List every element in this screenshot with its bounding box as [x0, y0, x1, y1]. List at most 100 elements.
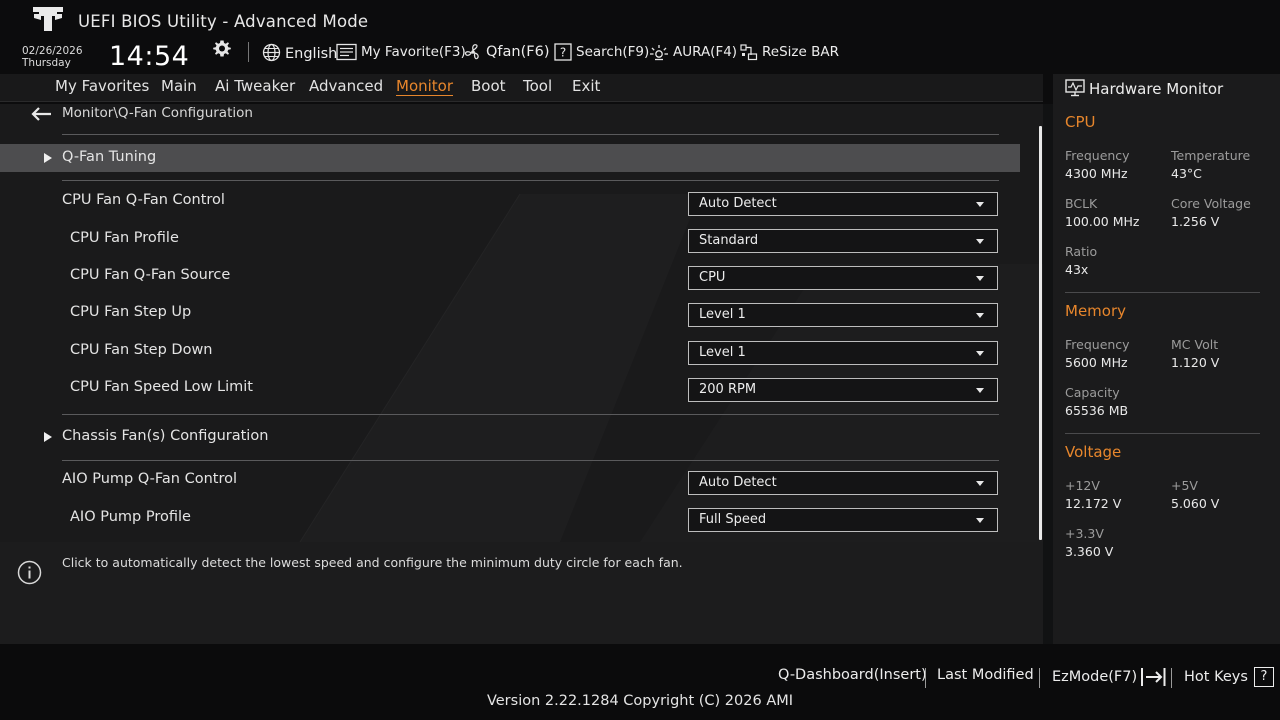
- caret-down-icon: [976, 518, 984, 523]
- select-value: Level 1: [699, 345, 746, 360]
- tab-my-favorites[interactable]: My Favorites: [55, 77, 149, 95]
- divider: [62, 414, 999, 415]
- submenu-arrow-icon: [44, 153, 52, 163]
- qfan-label: Qfan(F6): [486, 44, 550, 60]
- bclk-value: 100.00 MHz: [1065, 214, 1140, 229]
- ezmode-button[interactable]: EzMode(F7): [1052, 667, 1167, 687]
- exit-to-ezmode-icon: [1141, 668, 1166, 686]
- select-value: 200 RPM: [699, 382, 757, 397]
- cpu-temperature-value: 43°C: [1171, 166, 1202, 181]
- v33-value: 3.360 V: [1065, 544, 1114, 559]
- tab-ai-tweaker[interactable]: Ai Tweaker: [215, 77, 295, 95]
- cpu-fan-profile-select[interactable]: Standard: [688, 229, 998, 253]
- gear-icon[interactable]: [212, 39, 232, 59]
- mc-volt-value: 1.120 V: [1171, 355, 1220, 370]
- day-text: Thursday: [22, 57, 71, 69]
- submenu-arrow-icon: [44, 432, 52, 442]
- qfan-tuning-row[interactable]: Q-Fan Tuning: [0, 144, 1020, 172]
- caret-down-icon: [976, 313, 984, 318]
- chassis-fan-config-label: Chassis Fan(s) Configuration: [62, 428, 269, 444]
- search-button[interactable]: ? Search(F9): [554, 41, 649, 63]
- cpu-frequency-label: Frequency: [1065, 148, 1130, 163]
- my-favorite-button[interactable]: My Favorite(F3): [336, 41, 466, 63]
- hot-keys-button[interactable]: Hot Keys ?: [1184, 667, 1274, 687]
- search-label: Search(F9): [576, 44, 650, 60]
- cpu-section-title: CPU: [1065, 113, 1096, 131]
- bclk-label: BCLK: [1065, 196, 1098, 211]
- aio-pump-profile-label: AIO Pump Profile: [70, 509, 191, 525]
- aio-pump-profile-select[interactable]: Full Speed: [688, 508, 998, 532]
- cpu-fan-step-down-select[interactable]: Level 1: [688, 341, 998, 365]
- main-menu: My Favorites Main Ai Tweaker Advanced Mo…: [0, 74, 1043, 102]
- select-value: CPU: [699, 270, 726, 285]
- aura-label: AURA(F4): [673, 44, 738, 60]
- cpu-fan-step-up-select[interactable]: Level 1: [688, 303, 998, 327]
- caret-down-icon: [976, 276, 984, 281]
- help-search-icon: ?: [554, 43, 572, 61]
- cpu-temperature-label: Temperature: [1171, 148, 1251, 163]
- tab-main[interactable]: Main: [161, 77, 197, 95]
- fan-icon: [464, 44, 479, 60]
- monitor-icon: [1065, 79, 1085, 97]
- tab-monitor[interactable]: Monitor: [396, 77, 454, 96]
- v12-label: +12V: [1065, 478, 1100, 493]
- qfan-button[interactable]: Qfan(F6): [464, 41, 549, 63]
- v5-value: 5.060 V: [1171, 496, 1220, 511]
- memory-frequency-label: Frequency: [1065, 337, 1130, 352]
- tab-boot[interactable]: Boot: [471, 77, 506, 95]
- caret-down-icon: [976, 351, 984, 356]
- header-divider: [248, 42, 249, 62]
- language-button[interactable]: English: [262, 41, 337, 63]
- last-modified-button[interactable]: Last Modified: [937, 667, 1034, 683]
- caret-down-icon: [976, 481, 984, 486]
- cpu-fan-qfan-source-select[interactable]: CPU: [688, 266, 998, 290]
- v33-label: +3.3V: [1065, 526, 1104, 541]
- caret-down-icon: [976, 202, 984, 207]
- footer-divider: [925, 668, 926, 688]
- svg-text:?: ?: [560, 46, 566, 60]
- cpu-fan-speed-low-limit-select[interactable]: 200 RPM: [688, 378, 998, 402]
- scrollbar[interactable]: [1039, 126, 1042, 540]
- footer-divider: [1171, 668, 1172, 688]
- tab-exit[interactable]: Exit: [572, 77, 600, 95]
- ratio-label: Ratio: [1065, 244, 1098, 259]
- voltage-section-title: Voltage: [1065, 443, 1122, 461]
- tab-tool[interactable]: Tool: [523, 77, 552, 95]
- cpu-fan-qfan-control-select[interactable]: Auto Detect: [688, 192, 998, 216]
- divider: [1065, 292, 1260, 293]
- memory-section-title: Memory: [1065, 302, 1127, 320]
- divider: [62, 134, 999, 135]
- select-value: Auto Detect: [699, 196, 777, 211]
- resize-bar-button[interactable]: ReSize BAR: [740, 41, 839, 63]
- back-arrow-icon[interactable]: [30, 106, 52, 122]
- aura-button[interactable]: AURA(F4): [649, 41, 737, 63]
- help-text: Click to automatically detect the lowest…: [62, 555, 683, 570]
- tab-advanced[interactable]: Advanced: [309, 77, 383, 95]
- hardware-monitor-title: Hardware Monitor: [1089, 80, 1224, 98]
- select-value: Level 1: [699, 307, 746, 322]
- caret-down-icon: [976, 388, 984, 393]
- clock-time[interactable]: 14:54: [109, 41, 189, 72]
- divider: [62, 460, 999, 461]
- ezmode-label: EzMode(F7): [1052, 669, 1138, 685]
- resize-bar-icon: [740, 44, 758, 61]
- aio-pump-qfan-control-label: AIO Pump Q-Fan Control: [62, 471, 237, 487]
- my-favorite-label: My Favorite(F3): [361, 44, 466, 60]
- date-text: 02/26/2026: [22, 45, 83, 57]
- core-voltage-label: Core Voltage: [1171, 196, 1251, 211]
- cpu-fan-qfan-control-label: CPU Fan Q-Fan Control: [62, 192, 225, 208]
- version-text: Version 2.22.1284 Copyright (C) 2026 AMI: [486, 693, 794, 709]
- cpu-fan-profile-label: CPU Fan Profile: [70, 230, 179, 246]
- aura-light-icon: [650, 45, 668, 61]
- core-voltage-value: 1.256 V: [1171, 214, 1220, 229]
- capacity-label: Capacity: [1065, 385, 1120, 400]
- aio-pump-qfan-control-select[interactable]: Auto Detect: [688, 471, 998, 495]
- qfan-tuning-label: Q-Fan Tuning: [62, 149, 157, 165]
- capacity-value: 65536 MB: [1065, 403, 1129, 418]
- question-box-icon: ?: [1253, 667, 1274, 687]
- breadcrumb: Monitor\Q-Fan Configuration: [62, 105, 253, 121]
- cpu-fan-step-down-label: CPU Fan Step Down: [70, 342, 213, 358]
- favorite-list-icon: [336, 43, 357, 61]
- q-dashboard-button[interactable]: Q-Dashboard(Insert): [778, 667, 927, 683]
- hardware-monitor-panel: Hardware Monitor CPU Frequency 4300 MHz …: [1053, 74, 1280, 644]
